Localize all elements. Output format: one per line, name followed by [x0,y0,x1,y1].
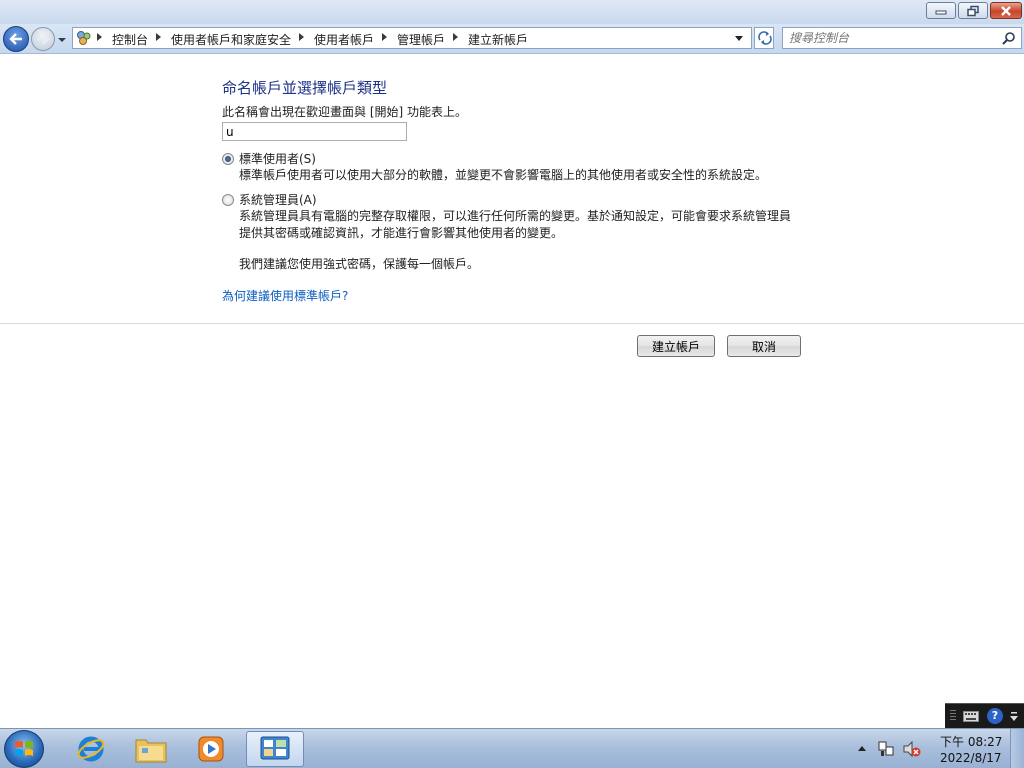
standard-user-radio[interactable] [222,153,234,165]
media-player-icon [198,736,224,762]
windows-logo-icon [15,741,33,756]
search-input[interactable] [789,30,989,46]
restore-icon [967,5,979,16]
content-area: 命名帳戶並選擇帳戶類型 此名稱會出現在歡迎畫面與 [開始] 功能表上。 標準使用… [0,55,1024,728]
taskbar-windows-explorer[interactable] [122,731,180,767]
language-bar-menu-icon[interactable] [1009,711,1019,723]
navigation-bar: 控制台 使用者帳戶和家庭安全 使用者帳戶 管理帳戶 建立新帳戶 [0,24,1024,54]
clock-date[interactable]: 2022/8/17 [940,751,1002,765]
administrator-radio[interactable] [222,194,234,206]
breadcrumb-user-accounts-family-safety[interactable]: 使用者帳戶和家庭安全 [171,31,291,48]
start-button[interactable] [4,730,44,768]
show-hidden-icons-button[interactable] [858,746,866,751]
language-bar-grip[interactable] [950,710,956,722]
refresh-button[interactable] [754,27,774,49]
search-icon[interactable] [1002,31,1016,45]
create-account-button[interactable]: 建立帳戶 [637,335,715,357]
why-standard-account-link[interactable]: 為何建議使用標準帳戶? [222,287,348,304]
internet-explorer-icon [77,736,105,762]
breadcrumb-manage-accounts[interactable]: 管理帳戶 [397,31,445,48]
back-button[interactable] [3,26,29,52]
administrator-description-line1: 系統管理員具有電腦的完整存取權限，可以進行任何所需的變更。基於通知設定，可能會要… [239,209,792,223]
recent-pages-button[interactable] [57,34,67,44]
address-dropdown-icon[interactable] [735,36,743,41]
divider [0,323,1024,324]
taskbar: 下午 08:27 2022/8/17 [0,728,1024,768]
minimize-button[interactable] [926,2,956,19]
control-panel-icon [77,31,91,45]
taskbar-internet-explorer[interactable] [62,731,120,767]
chevron-down-icon [58,38,66,42]
volume-muted-icon[interactable] [903,741,921,757]
breadcrumb-control-panel[interactable]: 控制台 [112,31,148,48]
taskbar-control-panel[interactable] [246,731,304,767]
keyboard-icon[interactable] [963,711,979,722]
standard-user-label[interactable]: 標準使用者(S) [239,150,316,167]
name-description: 此名稱會出現在歡迎畫面與 [開始] 功能表上。 [222,105,467,119]
help-icon[interactable]: ? [987,708,1003,724]
search-box[interactable] [782,27,1022,49]
address-bar[interactable]: 控制台 使用者帳戶和家庭安全 使用者帳戶 管理帳戶 建立新帳戶 [72,27,752,49]
administrator-label[interactable]: 系統管理員(A) [239,191,317,208]
network-icon[interactable] [878,741,894,757]
password-recommendation: 我們建議您使用強式密碼，保護每一個帳戶。 [239,257,480,271]
refresh-icon [758,31,772,45]
title-bar [0,0,1024,24]
breadcrumb-separator[interactable] [382,33,387,41]
clock-time[interactable]: 下午 08:27 [940,733,1002,750]
language-bar: ? [945,703,1024,728]
taskbar-media-player[interactable] [182,731,240,767]
back-arrow-icon [9,33,22,45]
cancel-button[interactable]: 取消 [727,335,801,357]
windows-explorer-icon [135,739,167,763]
breadcrumb-separator[interactable] [299,33,304,41]
breadcrumb-separator[interactable] [156,33,161,41]
account-name-input[interactable] [222,122,407,141]
control-panel-icon [260,736,290,760]
administrator-description-line2: 提供其密碼或確認資訊，才能進行會影響其他使用者的變更。 [239,226,564,240]
breadcrumb-separator[interactable] [453,33,458,41]
minimize-icon [935,10,947,14]
breadcrumb-create-new-account[interactable]: 建立新帳戶 [468,31,528,48]
close-icon [1001,5,1011,16]
page-title: 命名帳戶並選擇帳戶類型 [222,79,388,97]
standard-user-description: 標準帳戶使用者可以使用大部分的軟體，並變更不會影響電腦上的其他使用者或安全性的系… [239,168,768,182]
close-button[interactable] [990,2,1022,19]
breadcrumb-user-accounts[interactable]: 使用者帳戶 [314,31,374,48]
forward-button[interactable] [31,27,55,51]
restore-button[interactable] [958,2,988,19]
breadcrumb-separator[interactable] [97,33,102,41]
show-desktop-button[interactable] [1010,729,1024,768]
forward-arrow-icon [37,33,50,45]
